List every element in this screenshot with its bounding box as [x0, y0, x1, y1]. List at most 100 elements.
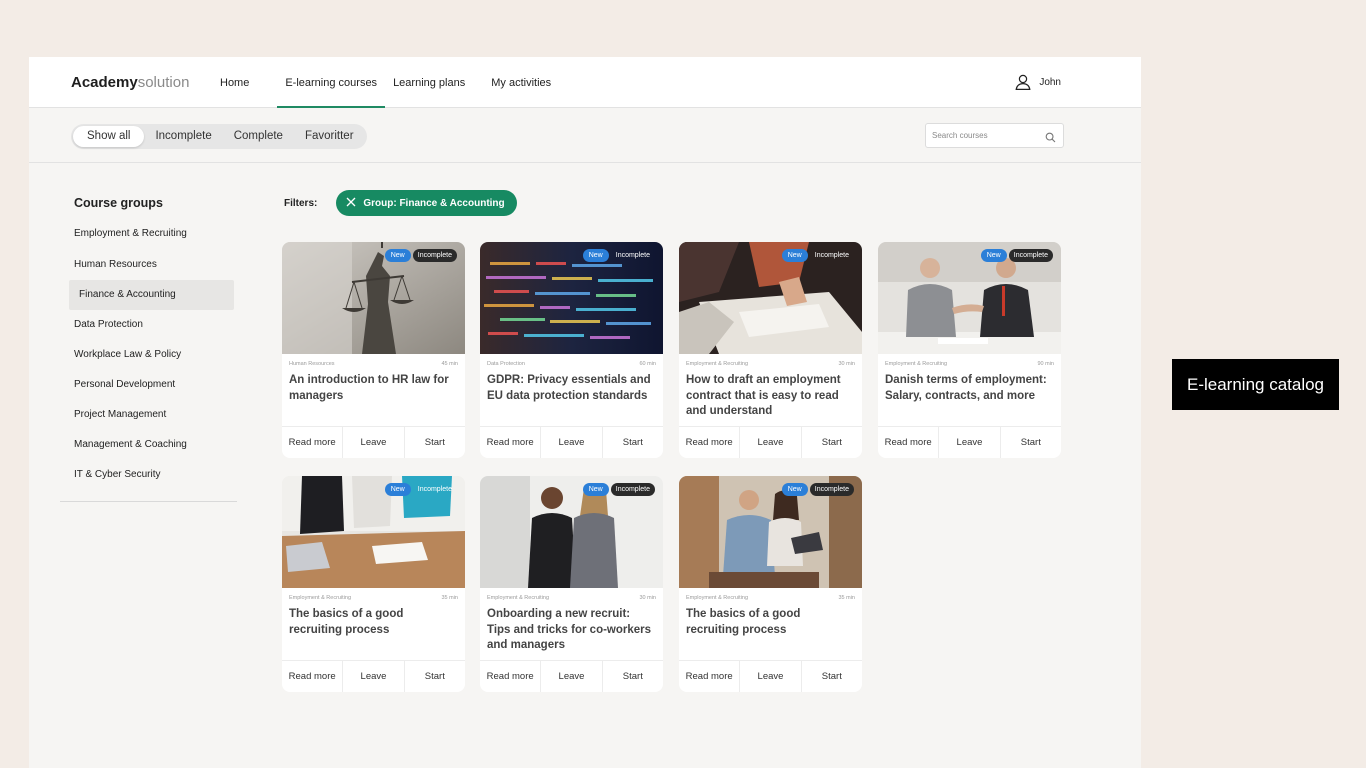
course-duration: 60 min [639, 361, 656, 367]
status-badge: Incomplete [412, 249, 457, 262]
course-category: Employment & Recruiting [686, 361, 749, 367]
read-more-button[interactable]: Read more [679, 427, 741, 458]
status-badge: Incomplete [417, 486, 452, 493]
course-badges: New Incomplete [582, 249, 655, 262]
read-more-button[interactable]: Read more [480, 661, 542, 692]
course-category: Employment & Recruiting [487, 595, 550, 601]
read-more-button[interactable]: Read more [679, 661, 741, 692]
filters-label: Filters: [284, 197, 318, 209]
course-actions: Read more Leave Start [282, 660, 465, 692]
read-more-button[interactable]: Read more [282, 427, 344, 458]
leave-button[interactable]: Leave [343, 661, 405, 692]
course-title[interactable]: The basics of a good recruiting process [282, 601, 465, 638]
course-duration: 35 min [838, 595, 855, 601]
course-meta: Employment & Recruiting 35 min [679, 588, 862, 601]
course-card[interactable]: New Incomplete Employment & Recruiting 3… [679, 242, 862, 458]
course-title[interactable]: An introduction to HR law for managers [282, 367, 465, 404]
start-button[interactable]: Start [802, 427, 862, 458]
nav-home[interactable]: Home [213, 57, 256, 108]
course-category: Employment & Recruiting [686, 595, 749, 601]
course-meta: Employment & Recruiting 30 min [480, 588, 663, 601]
course-card[interactable]: New Incomplete Employment & Recruiting 9… [878, 242, 1061, 458]
start-button[interactable]: Start [1001, 427, 1061, 458]
start-button[interactable]: Start [603, 427, 663, 458]
sidebar-item-personal-development[interactable]: Personal Development [69, 370, 234, 400]
new-badge: New [980, 249, 1007, 262]
start-button[interactable]: Start [405, 661, 465, 692]
course-duration: 30 min [838, 361, 855, 367]
start-button[interactable]: Start [603, 661, 663, 692]
course-card[interactable]: New Incomplete Human Resources 45 min An… [282, 242, 465, 458]
leave-button[interactable]: Leave [541, 661, 603, 692]
start-button[interactable]: Start [405, 427, 465, 458]
course-meta: Employment & Recruiting 35 min [282, 588, 465, 601]
leave-button[interactable]: Leave [939, 427, 1001, 458]
user-menu[interactable]: John [1015, 74, 1061, 90]
sidebar-item-workplace-law-policy[interactable]: Workplace Law & Policy [69, 340, 234, 370]
new-badge: New [781, 483, 808, 496]
sidebar-item-human-resources[interactable]: Human Resources [69, 249, 234, 280]
course-badges: New Incomplete [781, 249, 854, 262]
start-button[interactable]: Start [802, 661, 862, 692]
course-duration: 30 min [639, 595, 656, 601]
course-meta: Data Protection 60 min [480, 354, 663, 367]
course-meta: Employment & Recruiting 90 min [878, 354, 1061, 367]
read-more-button[interactable]: Read more [480, 427, 542, 458]
course-actions: Read more Leave Start [679, 660, 862, 692]
course-groups-sidebar: Course groups Employment & Recruiting Hu… [69, 187, 237, 490]
course-title[interactable]: Danish terms of employment: Salary, cont… [878, 367, 1061, 404]
new-badge: New [384, 249, 411, 262]
course-category: Employment & Recruiting [885, 361, 948, 367]
nav-learning-plans[interactable]: Learning plans [386, 57, 478, 108]
course-card[interactable]: New Incomplete Employment & Recruiting 3… [679, 476, 862, 692]
course-card[interactable]: New Incomplete Employment & Recruiting 3… [282, 476, 465, 692]
toolbar: Show all Incomplete Complete Favoritter [29, 108, 1141, 163]
logo[interactable]: Academysolution [71, 74, 189, 91]
course-title[interactable]: GDPR: Privacy essentials and EU data pro… [480, 367, 663, 404]
sidebar-item-finance-accounting[interactable]: Finance & Accounting [69, 280, 234, 310]
sidebar-item-data-protection[interactable]: Data Protection [69, 310, 234, 340]
tab-show-all[interactable]: Show all [73, 126, 145, 147]
tab-favoritter[interactable]: Favoritter [294, 126, 365, 147]
course-actions: Read more Leave Start [679, 426, 862, 458]
logo-light: solution [137, 74, 190, 91]
tab-complete[interactable]: Complete [223, 126, 294, 147]
nav-my-activities[interactable]: My activities [478, 57, 558, 108]
course-actions: Read more Leave Start [480, 660, 663, 692]
course-groups-heading: Course groups [74, 196, 163, 210]
sidebar-item-management-coaching[interactable]: Management & Coaching [69, 430, 234, 460]
course-badges: New Incomplete [384, 483, 457, 496]
course-image-justice-statue: New Incomplete [282, 242, 465, 354]
user-icon [1015, 74, 1031, 90]
leave-button[interactable]: Leave [740, 661, 802, 692]
course-image-handshake-meeting: New Incomplete [878, 242, 1061, 354]
search-icon[interactable] [1045, 130, 1056, 148]
main-nav: Home E-learning courses Learning plans M… [213, 57, 558, 108]
tab-incomplete[interactable]: Incomplete [144, 126, 222, 147]
leave-button[interactable]: Leave [343, 427, 405, 458]
course-badges: New Incomplete [582, 483, 655, 496]
close-icon[interactable] [346, 197, 356, 210]
status-tabs: Show all Incomplete Complete Favoritter [71, 124, 367, 149]
page-caption: E-learning catalog [1172, 359, 1339, 410]
nav-e-learning-courses[interactable]: E-learning courses [256, 57, 386, 108]
sidebar-item-it-cyber-security[interactable]: IT & Cyber Security [69, 460, 234, 490]
read-more-button[interactable]: Read more [282, 661, 344, 692]
course-title[interactable]: How to draft an employment contract that… [679, 367, 862, 420]
course-title[interactable]: Onboarding a new recruit: Tips and trick… [480, 601, 663, 654]
course-badges: New Incomplete [384, 249, 457, 262]
course-card[interactable]: New Incomplete Employment & Recruiting 3… [480, 476, 663, 692]
leave-button[interactable]: Leave [740, 427, 802, 458]
course-category: Employment & Recruiting [289, 595, 352, 601]
course-image-code-screen: New Incomplete [480, 242, 663, 354]
sidebar-item-employment-recruiting[interactable]: Employment & Recruiting [69, 219, 234, 249]
read-more-button[interactable]: Read more [878, 427, 940, 458]
course-card[interactable]: New Incomplete Data Protection 60 min GD… [480, 242, 663, 458]
filter-chip[interactable]: Group: Finance & Accounting [336, 190, 517, 216]
leave-button[interactable]: Leave [541, 427, 603, 458]
sidebar-item-project-management[interactable]: Project Management [69, 400, 234, 430]
filter-chip-label: Group: Finance & Accounting [363, 197, 505, 209]
search-input[interactable] [932, 124, 1040, 147]
course-title[interactable]: The basics of a good recruiting process [679, 601, 862, 638]
course-image-two-colleagues: New Incomplete [480, 476, 663, 588]
